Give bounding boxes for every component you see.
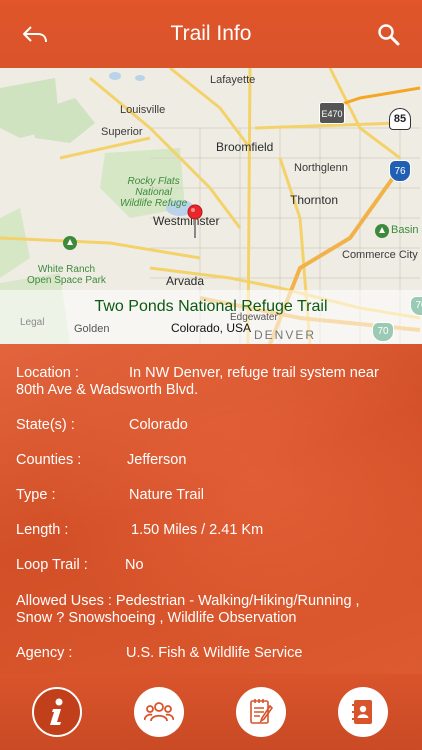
trail-map[interactable]: E470 85 76 70 70 Lafayette Louisville Su… (0, 68, 422, 344)
people-icon (144, 702, 174, 722)
map-label-superior: Superior (101, 126, 143, 138)
tab-info[interactable] (32, 687, 82, 737)
back-button[interactable] (18, 20, 52, 50)
info-row-loop: Loop Trail : No (16, 557, 408, 574)
uses-line-1: Allowed Uses : Pedestrian - Walking/Hiki… (16, 593, 360, 609)
search-button[interactable] (374, 20, 404, 50)
map-label-thornton: Thornton (290, 193, 339, 207)
park-icon (63, 236, 77, 250)
trail-region: Colorado, USA (170, 321, 252, 335)
map-legal-link[interactable]: Legal (20, 317, 44, 328)
park-icon (375, 224, 389, 238)
trail-info-panel: Location : In NW Denver, refuge trail sy… (0, 344, 422, 674)
highway-shield-85: 85 (389, 108, 411, 130)
length-value: 1.50 Miles / 2.41 Km (131, 522, 264, 538)
info-row-type: Type : Nature Trail (16, 487, 408, 504)
trail-name: Two Ponds National Refuge Trail (94, 298, 328, 315)
back-arrow-icon (23, 26, 47, 43)
loop-label: Loop Trail : (16, 557, 88, 573)
type-value: Nature Trail (129, 487, 204, 503)
tab-notes[interactable] (236, 687, 286, 737)
map-label-arvada: Arvada (166, 274, 205, 288)
map-label-golden: Golden (74, 323, 110, 335)
uses-line-2: Snow ? Snowshoeing , Wildlife Observatio… (16, 610, 297, 626)
map-label-northglenn: Northglenn (294, 162, 348, 174)
bottom-tab-bar (0, 674, 422, 750)
map-caption: Two Ponds National Refuge Trail Colorado… (0, 290, 422, 344)
map-label-white-ranch-2: Open Space Park (27, 275, 106, 286)
info-icon (50, 698, 63, 725)
page-title: Trail Info (170, 22, 252, 45)
map-label-denver: DENVER (254, 328, 317, 342)
map-label-rocky-flats: Rocky Flats National Wildlife Refuge (120, 176, 187, 209)
map-label-white-ranch: White Ranch Open Space Park (27, 264, 106, 286)
info-row-state: State(s) : Colorado (16, 417, 408, 434)
map-label-rocky-flats-1: Rocky Flats (127, 176, 180, 187)
type-label: Type : (16, 487, 56, 503)
info-row-agency: Agency : U.S. Fish & Wildlife Service (16, 645, 408, 662)
map-label-rocky-flats-3: Wildlife Refuge (120, 198, 188, 209)
map-label-white-ranch-1: White Ranch (37, 264, 96, 275)
counties-value: Jefferson (127, 452, 187, 468)
state-label: State(s) : (16, 417, 75, 433)
nav-header: Trail Info (0, 0, 422, 68)
map-label-edgewater: Edgewater (230, 312, 278, 323)
info-row-counties: Counties : Jefferson (16, 452, 408, 469)
loop-value: No (125, 557, 144, 573)
contact-book-icon (352, 700, 372, 724)
map-label-broomfield: Broomfield (216, 140, 274, 154)
highway-shield-76: 76 (389, 160, 411, 182)
location-value-2: 80th Ave & Wadsworth Blvd. (16, 382, 199, 398)
state-value: Colorado (129, 417, 188, 433)
tab-contacts[interactable] (338, 687, 388, 737)
map-pin-icon[interactable] (186, 204, 204, 240)
info-row-length: Length : 1.50 Miles / 2.41 Km (16, 522, 408, 539)
info-row-uses: Allowed Uses : Pedestrian - Walking/Hiki… (16, 593, 408, 627)
tab-people[interactable] (134, 687, 184, 737)
search-icon (378, 24, 400, 46)
agency-label: Agency : (16, 645, 73, 661)
map-label-basin: Basin F (391, 224, 422, 236)
map-label-louisville: Louisville (120, 104, 166, 116)
counties-label: Counties : (16, 452, 82, 468)
map-label-commerce-city: Commerce City (342, 249, 418, 261)
map-label-rocky-flats-2: National (135, 187, 172, 198)
notes-icon (250, 699, 274, 724)
location-label: Location : (16, 365, 79, 381)
length-label: Length : (16, 522, 69, 538)
location-value: In NW Denver, refuge trail system near (129, 365, 379, 381)
agency-value: U.S. Fish & Wildlife Service (126, 645, 303, 661)
info-row-location: Location : In NW Denver, refuge trail sy… (16, 365, 408, 399)
map-label-lafayette: Lafayette (210, 74, 256, 86)
highway-shield-e470: E470 (319, 102, 345, 124)
